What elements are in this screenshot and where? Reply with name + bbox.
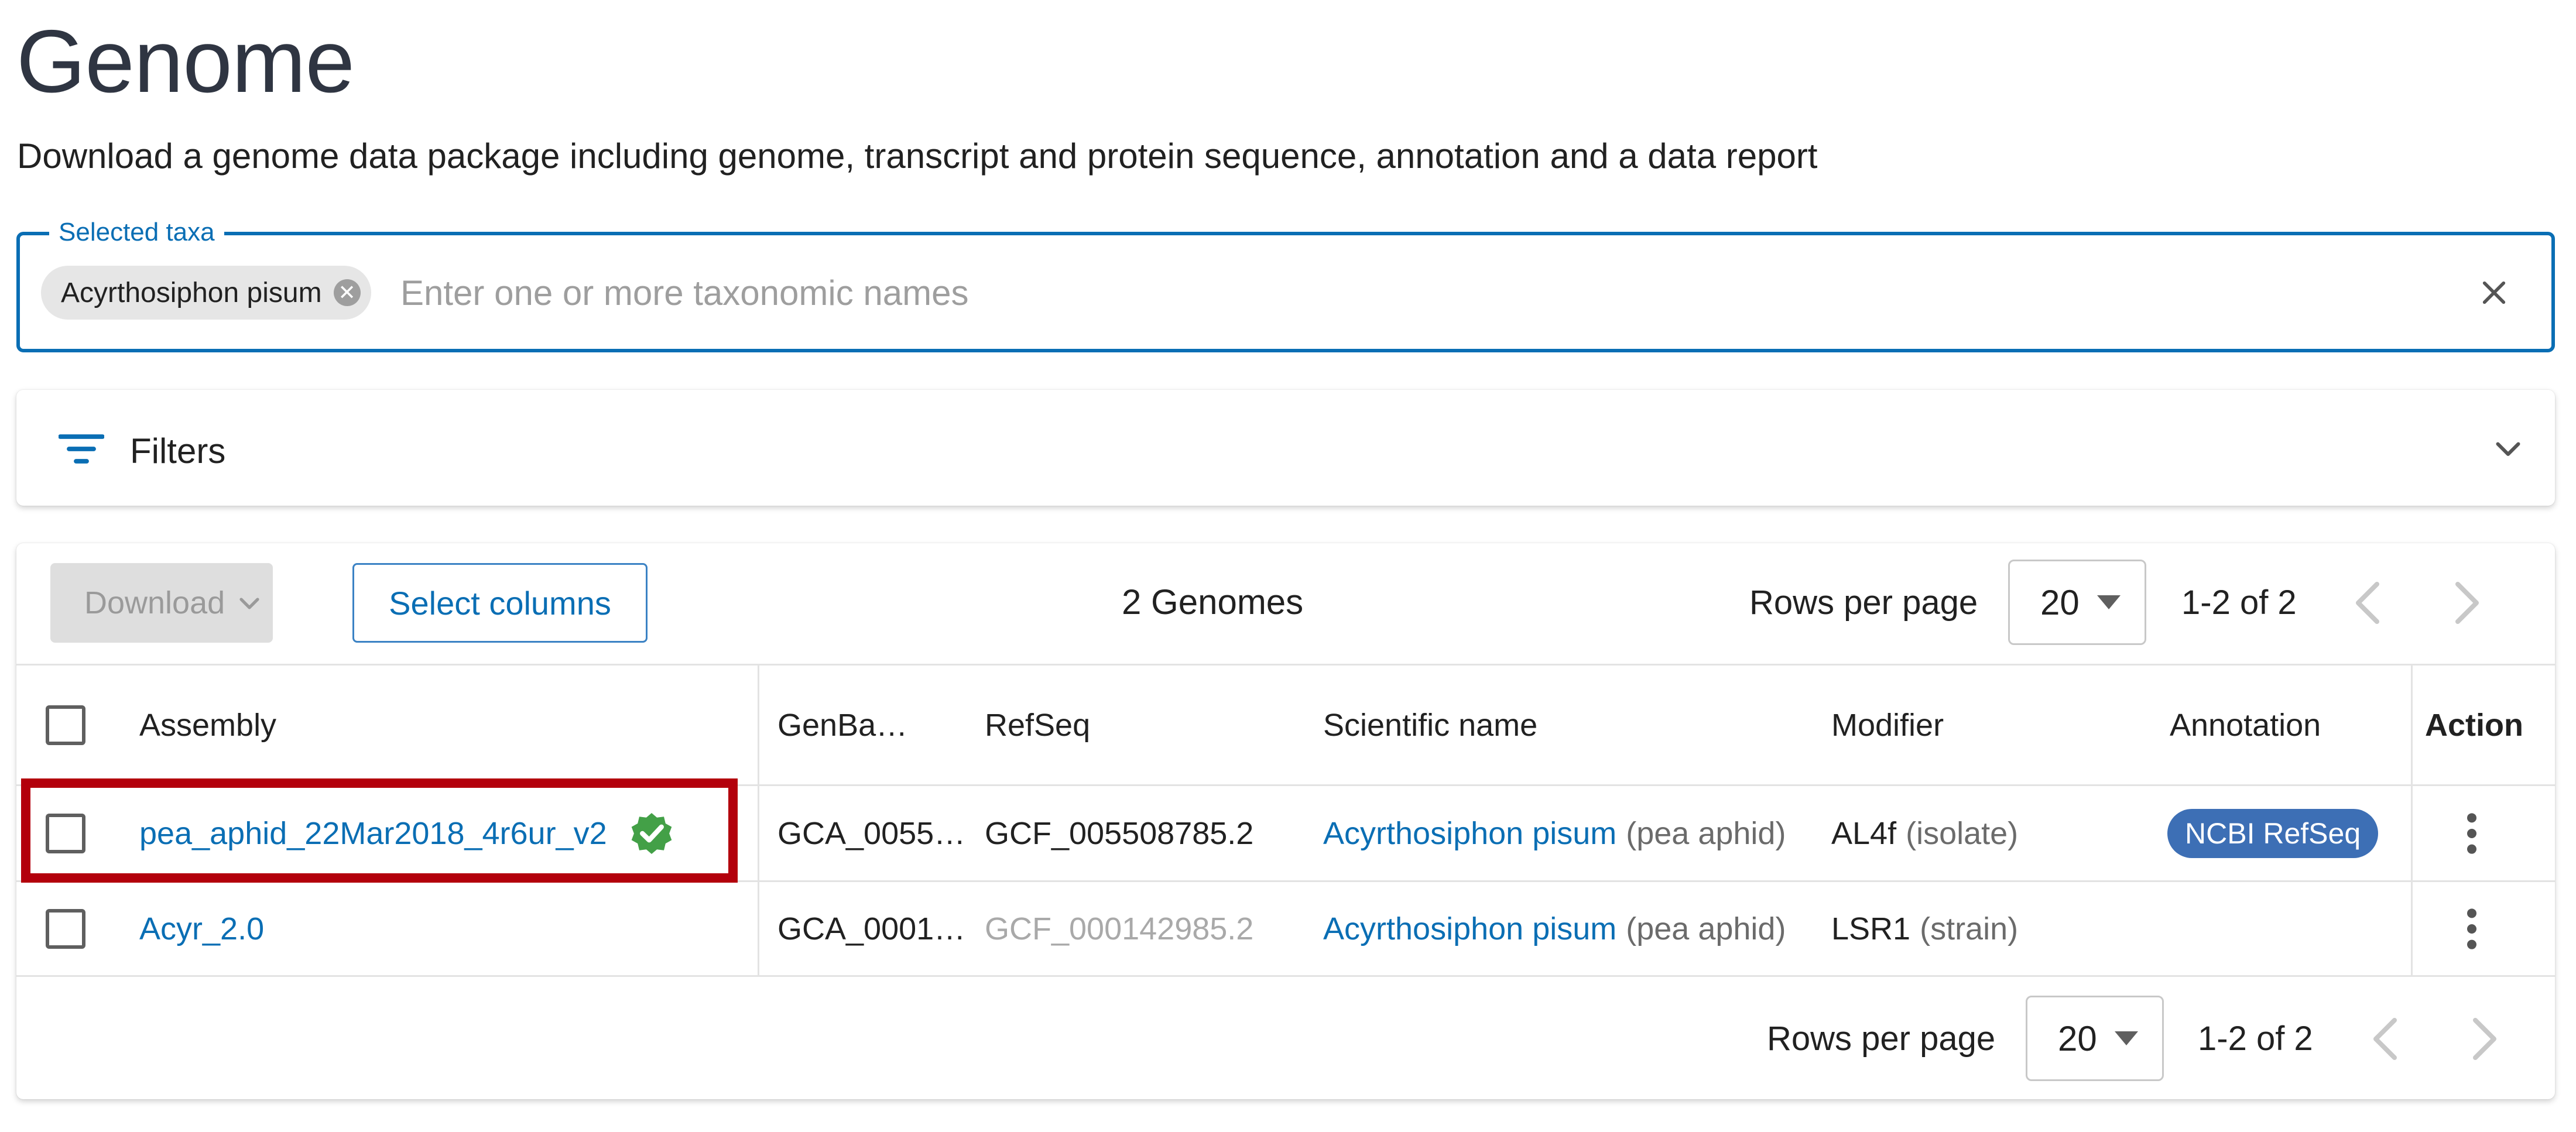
chevron-down-icon[interactable] bbox=[2491, 431, 2526, 469]
column-header-genbank[interactable]: GenBa… bbox=[777, 666, 907, 784]
table-header-row: Assembly GenBa… RefSeq Scientific name M… bbox=[16, 664, 2555, 784]
refseq-accession: GCF_005508785.2 bbox=[985, 815, 1254, 851]
download-button-label: Download bbox=[84, 585, 225, 620]
taxa-field-label: Selected taxa bbox=[49, 218, 224, 247]
page-title: Genome bbox=[16, 12, 355, 111]
common-name: (pea aphid) bbox=[1626, 911, 1786, 946]
taxa-search-input[interactable] bbox=[400, 263, 2391, 322]
row-actions-icon[interactable] bbox=[2460, 882, 2483, 975]
filters-label: Filters bbox=[130, 431, 226, 471]
table-footer: Rows per page 20 1-2 of 2 bbox=[16, 975, 2555, 1099]
rows-per-page-label: Rows per page bbox=[1749, 584, 1978, 622]
page-range: 1-2 of 2 bbox=[2181, 584, 2297, 622]
row-actions-icon[interactable] bbox=[2460, 786, 2483, 880]
modifier-value: LSR1 bbox=[1831, 911, 1911, 946]
next-page-icon[interactable] bbox=[2461, 1016, 2508, 1062]
assembly-link[interactable]: Acyr_2.0 bbox=[139, 911, 264, 947]
previous-page-icon[interactable] bbox=[2344, 579, 2391, 626]
column-header-refseq[interactable]: RefSeq bbox=[985, 666, 1090, 784]
scientific-name-link[interactable]: Acyrthosiphon pisum bbox=[1323, 911, 1616, 947]
genome-page: Genome Download a genome data package in… bbox=[0, 0, 2576, 1132]
rows-per-page-select[interactable]: 20 bbox=[2008, 560, 2146, 645]
row-checkbox[interactable] bbox=[46, 908, 85, 949]
genbank-accession: GCA_0055… bbox=[777, 815, 966, 851]
filters-panel[interactable]: Filters bbox=[16, 390, 2555, 506]
column-header-assembly[interactable]: Assembly bbox=[139, 666, 276, 784]
modifier-type: (isolate) bbox=[1906, 815, 2019, 851]
chevron-down-icon bbox=[239, 598, 259, 609]
taxa-search-field[interactable]: Selected taxa Acyrthosiphon pisum ✕ bbox=[16, 218, 2555, 352]
common-name: (pea aphid) bbox=[1626, 815, 1786, 851]
next-page-icon[interactable] bbox=[2444, 579, 2491, 626]
rows-per-page-select[interactable]: 20 bbox=[2026, 996, 2164, 1081]
modifier-type: (strain) bbox=[1920, 911, 2019, 946]
highlight-box bbox=[21, 778, 738, 883]
rows-per-page-label: Rows per page bbox=[1767, 1020, 1996, 1058]
column-header-annotation[interactable]: Annotation bbox=[2170, 666, 2321, 784]
select-all-checkbox[interactable] bbox=[46, 705, 85, 745]
download-button[interactable]: Download bbox=[50, 563, 273, 643]
modifier-value: AL4f bbox=[1831, 815, 1897, 851]
table-toolbar: Download Select columns 2 Genomes Rows p… bbox=[16, 543, 2555, 664]
genbank-accession: GCA_0001… bbox=[777, 911, 966, 946]
refseq-accession: GCF_000142985.2 bbox=[985, 911, 1254, 946]
column-header-scientific-name[interactable]: Scientific name bbox=[1323, 666, 1537, 784]
previous-page-icon[interactable] bbox=[2362, 1016, 2409, 1062]
filter-icon bbox=[58, 431, 105, 470]
taxon-chip[interactable]: Acyrthosiphon pisum ✕ bbox=[41, 266, 371, 320]
annotation-badge: NCBI RefSeq bbox=[2167, 808, 2379, 858]
dropdown-arrow-icon bbox=[2114, 1031, 2138, 1045]
select-columns-button[interactable]: Select columns bbox=[352, 563, 648, 643]
remove-chip-icon[interactable]: ✕ bbox=[333, 279, 361, 306]
column-header-action: Action bbox=[2425, 707, 2523, 743]
column-header-modifier[interactable]: Modifier bbox=[1831, 666, 1944, 784]
page-range: 1-2 of 2 bbox=[2198, 1020, 2313, 1058]
rows-per-page-value: 20 bbox=[2058, 1018, 2097, 1058]
rows-per-page-value: 20 bbox=[2040, 582, 2080, 622]
dropdown-arrow-icon bbox=[2097, 595, 2121, 609]
page-subtitle: Download a genome data package including… bbox=[17, 136, 1818, 176]
scientific-name-link[interactable]: Acyrthosiphon pisum bbox=[1323, 815, 1616, 852]
clear-icon[interactable] bbox=[2465, 263, 2523, 322]
taxon-chip-label: Acyrthosiphon pisum bbox=[61, 277, 322, 308]
genome-count: 2 Genomes bbox=[1122, 582, 1304, 622]
table-row: Acyr_2.0 GCA_0001… GCF_000142985.2 Acyrt… bbox=[16, 880, 2555, 975]
